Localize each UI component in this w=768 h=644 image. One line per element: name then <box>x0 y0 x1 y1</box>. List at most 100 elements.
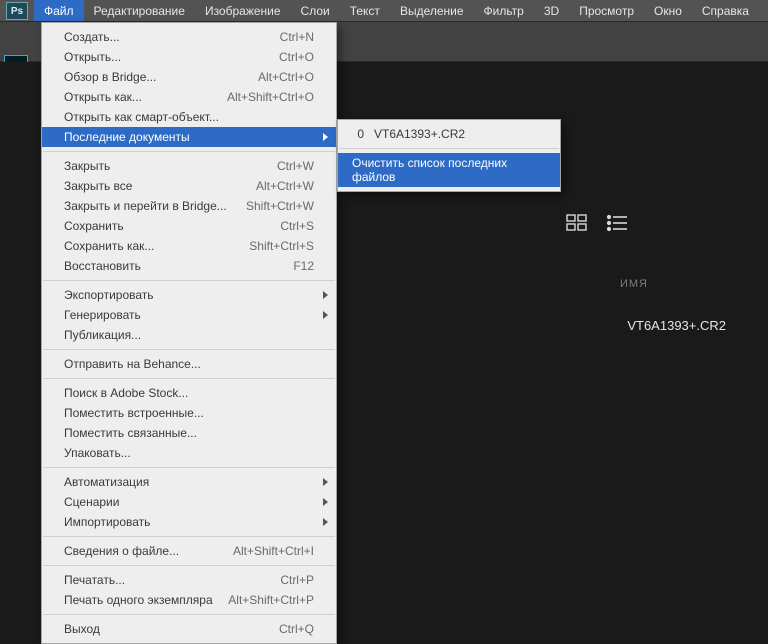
menu-item-label: Открыть как смарт-объект... <box>64 110 219 124</box>
menu-item-shortcut: Alt+Ctrl+W <box>256 179 314 193</box>
app-badge: Ps <box>6 2 28 20</box>
menu-item[interactable]: Обзор в Bridge... Alt+Ctrl+O <box>42 67 336 87</box>
menu-separator <box>43 536 335 537</box>
menu-изображение[interactable]: Изображение <box>195 0 291 21</box>
menu-item[interactable]: Закрыть и перейти в Bridge... Shift+Ctrl+… <box>42 196 336 216</box>
menu-separator <box>43 280 335 281</box>
menu-item-shortcut: Alt+Shift+Ctrl+I <box>233 544 314 558</box>
menu-item[interactable]: Поиск в Adobe Stock... <box>42 383 336 403</box>
menu-item-shortcut: Ctrl+Q <box>279 622 314 636</box>
menu-выделение[interactable]: Выделение <box>390 0 474 21</box>
menu-item-shortcut: Ctrl+P <box>280 573 314 587</box>
recent-documents-submenu: 0 VT6A1393+.CR2 Очистить список последни… <box>337 119 561 192</box>
menu-item-shortcut: Ctrl+O <box>279 50 314 64</box>
menu-item[interactable]: Упаковать... <box>42 443 336 463</box>
menu-separator <box>43 614 335 615</box>
clear-recent-files[interactable]: Очистить список последних файлов <box>338 153 560 187</box>
menu-item[interactable]: Открыть как смарт-объект... <box>42 107 336 127</box>
menu-item-label: Последние документы <box>64 130 190 144</box>
menu-item-label: Поместить встроенные... <box>64 406 204 420</box>
menu-separator <box>43 151 335 152</box>
grid-view-icon[interactable] <box>566 214 588 232</box>
menu-item[interactable]: Закрыть все Alt+Ctrl+W <box>42 176 336 196</box>
menu-item-shortcut: Ctrl+S <box>280 219 314 233</box>
menu-фильтр[interactable]: Фильтр <box>474 0 534 21</box>
menu-item-label: Открыть... <box>64 50 121 64</box>
menu-item-shortcut: Ctrl+N <box>280 30 314 44</box>
menu-item-label: Печатать... <box>64 573 125 587</box>
column-header-name: ИМЯ <box>620 278 648 290</box>
clear-recent-label: Очистить список последних файлов <box>352 156 546 184</box>
menu-item-shortcut: Ctrl+W <box>277 159 314 173</box>
menu-item-label: Поиск в Adobe Stock... <box>64 386 188 400</box>
menu-item[interactable]: Печатать... Ctrl+P <box>42 570 336 590</box>
menu-item[interactable]: Печать одного экземпляра Alt+Shift+Ctrl+P <box>42 590 336 610</box>
menu-справка[interactable]: Справка <box>692 0 759 21</box>
menu-item[interactable]: Открыть как... Alt+Shift+Ctrl+O <box>42 87 336 107</box>
menu-separator <box>43 467 335 468</box>
menu-item-label: Поместить связанные... <box>64 426 197 440</box>
menu-separator <box>43 349 335 350</box>
menu-item[interactable]: Отправить на Behance... <box>42 354 336 374</box>
menu-item-label: Сохранить <box>64 219 124 233</box>
menu-item-label: Автоматизация <box>64 475 149 489</box>
menu-слои[interactable]: Слои <box>291 0 340 21</box>
menu-item-label: Обзор в Bridge... <box>64 70 156 84</box>
menu-окно[interactable]: Окно <box>644 0 692 21</box>
menu-3d[interactable]: 3D <box>534 0 569 21</box>
menu-item-label: Публикация... <box>64 328 141 342</box>
menu-item[interactable]: Публикация... <box>42 325 336 345</box>
menu-item-label: Упаковать... <box>64 446 131 460</box>
menu-item[interactable]: Автоматизация <box>42 472 336 492</box>
menu-item-label: Выход <box>64 622 100 636</box>
menubar: Ps ФайлРедактированиеИзображениеСлоиТекс… <box>0 0 768 22</box>
menu-item-label: Восстановить <box>64 259 141 273</box>
menu-item[interactable]: Сохранить как... Shift+Ctrl+S <box>42 236 336 256</box>
menu-item[interactable]: Восстановить F12 <box>42 256 336 276</box>
menu-item-shortcut: Alt+Shift+Ctrl+O <box>227 90 314 104</box>
menu-item-label: Отправить на Behance... <box>64 357 201 371</box>
menu-item-shortcut: F12 <box>293 259 314 273</box>
menu-item[interactable]: Выход Ctrl+Q <box>42 619 336 639</box>
menu-item[interactable]: Поместить связанные... <box>42 423 336 443</box>
recent-file-item[interactable]: 0 VT6A1393+.CR2 <box>338 124 560 144</box>
menu-item-label: Закрыть все <box>64 179 132 193</box>
menu-item[interactable]: Создать... Ctrl+N <box>42 27 336 47</box>
menu-item-label: Сценарии <box>64 495 119 509</box>
menu-item-label: Закрыть и перейти в Bridge... <box>64 199 227 213</box>
menu-редактирование[interactable]: Редактирование <box>84 0 195 21</box>
menu-item-label: Закрыть <box>64 159 110 173</box>
recent-file-entry[interactable]: VT6A1393+.CR2 <box>627 318 726 333</box>
menu-item[interactable]: Сценарии <box>42 492 336 512</box>
menu-item[interactable]: Закрыть Ctrl+W <box>42 156 336 176</box>
menu-item-label: Открыть как... <box>64 90 142 104</box>
menu-item[interactable]: Поместить встроенные... <box>42 403 336 423</box>
list-view-icon[interactable] <box>606 214 628 232</box>
menu-текст[interactable]: Текст <box>340 0 390 21</box>
menu-item-shortcut: Shift+Ctrl+W <box>246 199 314 213</box>
menu-item-shortcut: Alt+Ctrl+O <box>258 70 314 84</box>
menu-item[interactable]: Экспортировать <box>42 285 336 305</box>
menu-item[interactable]: Импортировать <box>42 512 336 532</box>
menu-item-label: Создать... <box>64 30 120 44</box>
menu-item-shortcut: Shift+Ctrl+S <box>249 239 314 253</box>
menu-separator <box>43 378 335 379</box>
menu-item[interactable]: Открыть... Ctrl+O <box>42 47 336 67</box>
menu-separator <box>43 565 335 566</box>
menu-просмотр[interactable]: Просмотр <box>569 0 644 21</box>
menu-файл[interactable]: Файл <box>34 0 84 21</box>
menu-item[interactable]: Сохранить Ctrl+S <box>42 216 336 236</box>
file-menu-dropdown: Создать... Ctrl+N Открыть... Ctrl+O Обзор в … <box>41 22 337 644</box>
menu-item-shortcut: Alt+Shift+Ctrl+P <box>228 593 314 607</box>
menu-item-label: Сведения о файле... <box>64 544 179 558</box>
menu-item-label: Печать одного экземпляра <box>64 593 213 607</box>
menu-item[interactable]: Сведения о файле... Alt+Shift+Ctrl+I <box>42 541 336 561</box>
menu-item-label: Импортировать <box>64 515 150 529</box>
view-switcher <box>566 214 628 232</box>
menu-item[interactable]: Генерировать <box>42 305 336 325</box>
menu-item-label: Экспортировать <box>64 288 154 302</box>
menu-separator <box>339 148 559 149</box>
menu-item-label: Сохранить как... <box>64 239 154 253</box>
menu-item-label: Генерировать <box>64 308 141 322</box>
menu-item[interactable]: Последние документы <box>42 127 336 147</box>
